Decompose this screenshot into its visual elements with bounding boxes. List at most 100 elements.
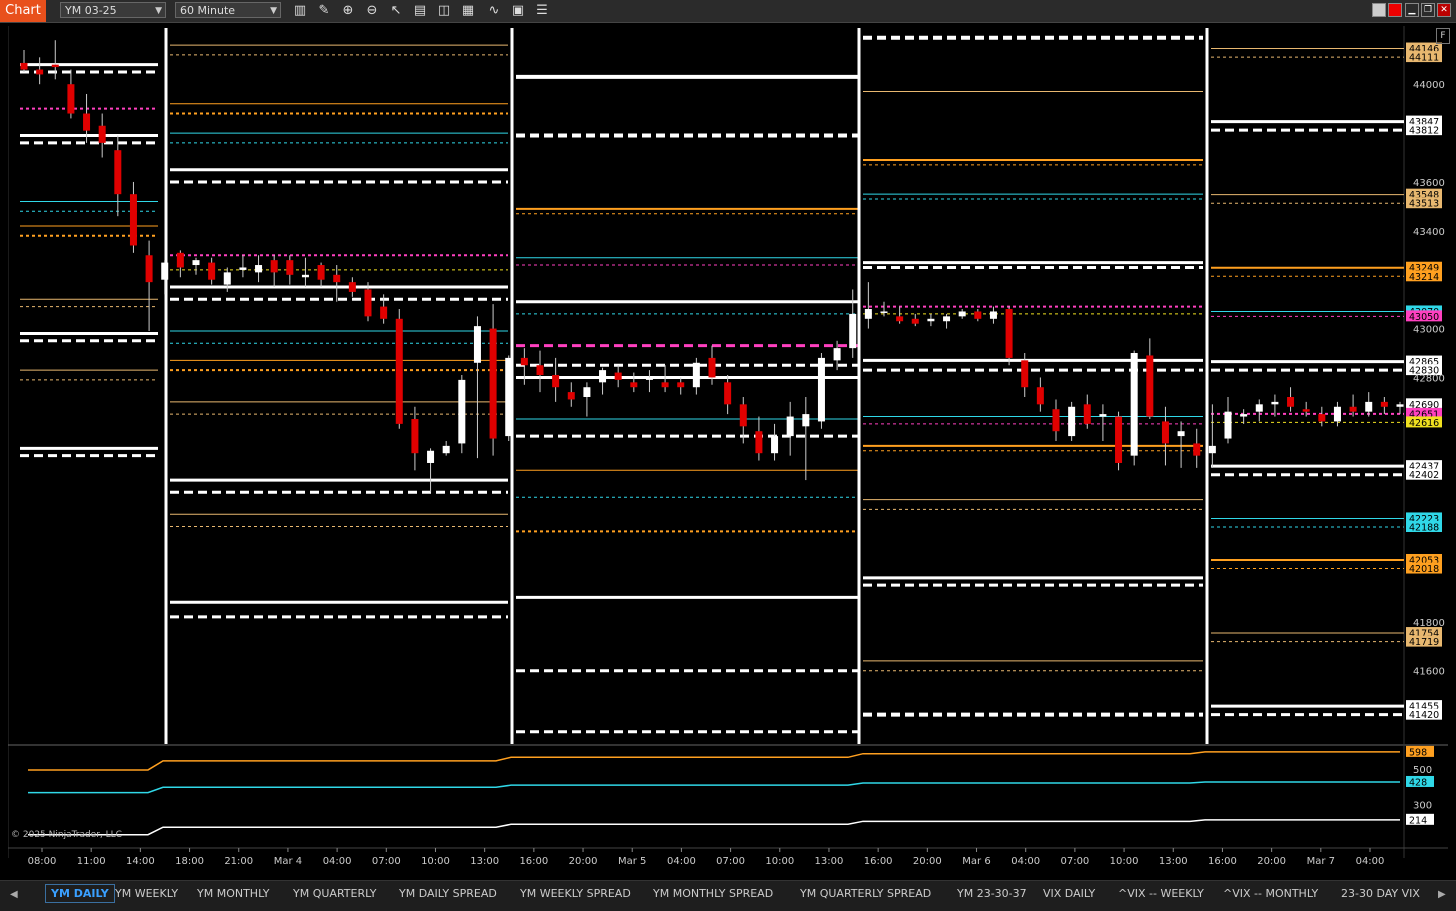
candle [1068, 401, 1076, 441]
price-chart[interactable]: 4414644111438474381243548435134324943214… [8, 26, 1448, 880]
candle [192, 257, 200, 275]
pencil-icon[interactable]: ✎ [315, 2, 333, 20]
candle-body [1271, 401, 1279, 405]
close-icon[interactable]: ✕ [1437, 3, 1451, 17]
x-tick-label: 07:00 [372, 856, 401, 867]
candle [1240, 409, 1248, 424]
price-label: 42402 [1406, 468, 1442, 481]
price-label: 43812 [1406, 124, 1442, 137]
candle-body [1130, 353, 1138, 456]
tab-vix-weekly[interactable]: ^VIX -- WEEKLY [1118, 887, 1204, 900]
bars-icon[interactable]: ▥ [291, 2, 309, 20]
tab-vix-daily[interactable]: VIX DAILY [1043, 887, 1095, 900]
candle-body [333, 274, 341, 283]
tab-ym-daily-spread[interactable]: YM DAILY SPREAD [399, 887, 497, 900]
candle-body [536, 365, 544, 376]
candle [1318, 406, 1326, 427]
candle-body [270, 260, 278, 273]
scroll-left-icon[interactable]: ◀ [10, 889, 18, 900]
candle-body [1193, 443, 1201, 456]
candle [255, 255, 263, 283]
candle-body [1036, 387, 1044, 405]
properties-icon[interactable]: ◫ [435, 2, 453, 20]
x-tick-label: 10:00 [421, 856, 450, 867]
zoom-out-icon[interactable]: ⊖ [363, 2, 381, 20]
candle-body [1255, 404, 1263, 412]
x-tick-label: 21:00 [224, 856, 253, 867]
candle-body [1099, 414, 1107, 417]
alert-icon[interactable] [1388, 3, 1402, 17]
candle-body [614, 372, 622, 380]
x-tick-label: Mar 6 [962, 856, 990, 867]
candle-body [192, 260, 200, 266]
candle [208, 257, 216, 285]
instrument-selector[interactable]: YM 03-25 ▼ [60, 2, 166, 18]
indicators-icon[interactable]: ▣ [509, 2, 527, 20]
candle-body [239, 267, 247, 270]
minimize-icon[interactable]: ▁ [1405, 3, 1419, 17]
candle-body [677, 382, 685, 388]
candle [1130, 350, 1138, 466]
x-tick-label: 04:00 [323, 856, 352, 867]
tab-ym-monthly[interactable]: YM MONTHLY [197, 887, 269, 900]
price-label: 41719 [1406, 635, 1442, 648]
candle-body [1052, 409, 1060, 432]
panel-toggle-button[interactable]: F [1436, 28, 1450, 44]
pointer-icon[interactable]: ↖ [387, 2, 405, 20]
candle [270, 255, 278, 288]
lower-indicator-panel: 598 428 214 500 300 [28, 745, 1434, 836]
candle [395, 309, 403, 429]
tab-ym-quarterly-spread[interactable]: YM QUARTERLY SPREAD [800, 887, 931, 900]
restore-icon[interactable]: ❐ [1421, 3, 1435, 17]
price-label-text: 42616 [1409, 418, 1439, 429]
candle-body [864, 309, 872, 319]
interval-selector[interactable]: 60 Minute ▼ [175, 2, 281, 18]
indicator-label-text: 428 [1409, 777, 1427, 788]
candle-body [833, 348, 841, 361]
candle [1224, 396, 1232, 444]
x-tick-label: 04:00 [1356, 856, 1385, 867]
x-tick-label: Mar 7 [1307, 856, 1335, 867]
x-tick-label: 14:00 [126, 856, 155, 867]
candle-body [692, 362, 700, 388]
x-tick-label: 07:00 [716, 856, 745, 867]
tab-ym-monthly-spread[interactable]: YM MONTHLY SPREAD [653, 887, 773, 900]
candle-body [520, 357, 528, 366]
candle [958, 309, 966, 319]
tab-vix-monthly[interactable]: ^VIX -- MONTHLY [1223, 887, 1318, 900]
candle [567, 382, 575, 407]
indicator-series-line [28, 781, 1400, 794]
candle [1208, 404, 1216, 468]
candle-body [395, 318, 403, 424]
color-swatch-icon[interactable] [1372, 3, 1386, 17]
chart-menu-button[interactable]: Chart [0, 0, 46, 22]
candle-body [83, 113, 91, 131]
tab-ym-23-30-37[interactable]: YM 23-30-37 [957, 887, 1027, 900]
candle [645, 370, 653, 393]
instrument-value: YM 03-25 [65, 4, 117, 17]
list-icon[interactable]: ☰ [533, 2, 551, 20]
candle-body [20, 62, 28, 70]
indicator-label-text: 214 [1409, 815, 1427, 826]
x-tick-label: 16:00 [519, 856, 548, 867]
tab-ym-daily[interactable]: YM DAILY [45, 884, 115, 903]
x-tick-label: 13:00 [470, 856, 499, 867]
price-label-text: 42188 [1409, 523, 1439, 534]
tab-23-30-day-vix[interactable]: 23-30 DAY VIX [1341, 887, 1420, 900]
candle-body [661, 382, 669, 388]
candle-body [145, 255, 153, 283]
candle [1161, 406, 1169, 466]
scroll-right-icon[interactable]: ▶ [1438, 889, 1446, 900]
zoom-in-icon[interactable]: ⊕ [339, 2, 357, 20]
tab-ym-quarterly[interactable]: YM QUARTERLY [293, 887, 376, 900]
tab-ym-weekly[interactable]: YM WEEKLY [115, 887, 178, 900]
templates-icon[interactable]: ▦ [459, 2, 477, 20]
x-tick-label: 20:00 [569, 856, 598, 867]
tab-ym-weekly-spread[interactable]: YM WEEKLY SPREAD [520, 887, 631, 900]
candle [1193, 428, 1201, 468]
candle-body [473, 326, 481, 363]
data-box-icon[interactable]: ▤ [411, 2, 429, 20]
price-label-text: 43050 [1409, 312, 1439, 323]
candle-body [255, 265, 263, 273]
strategies-icon[interactable]: ∿ [485, 2, 503, 20]
